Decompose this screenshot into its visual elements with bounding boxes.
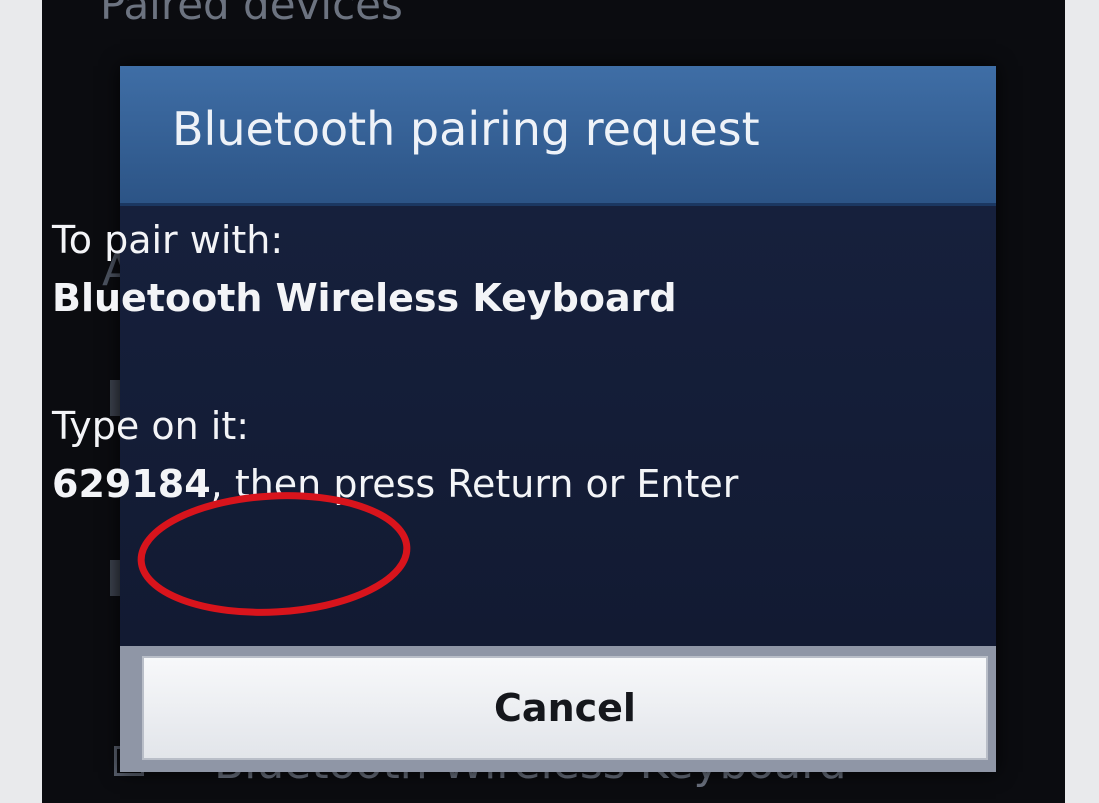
background-section-header: Paired devices <box>100 0 403 29</box>
instruction-suffix: , then press Return or Enter <box>210 462 739 506</box>
pair-prompt: To pair with: <box>52 218 284 262</box>
background-list-marker <box>110 560 120 596</box>
dialog-button-bar: Cancel <box>120 646 996 772</box>
type-prompt: Type on it: <box>52 404 250 448</box>
dialog-body <box>120 206 996 646</box>
pairing-dialog: Bluetooth pairing request Cancel <box>120 66 996 772</box>
passkey-instruction: 629184, then press Return or Enter <box>52 462 738 506</box>
cancel-button[interactable]: Cancel <box>142 656 988 760</box>
device-name: Bluetooth Wireless Keyboard <box>52 276 677 320</box>
passkey-code: 629184 <box>52 462 211 506</box>
dialog-title-bar: Bluetooth pairing request <box>120 66 996 206</box>
photo-frame: Paired devices A Bluetooth Wireless Keyb… <box>0 0 1099 803</box>
dialog-title: Bluetooth pairing request <box>172 102 760 156</box>
